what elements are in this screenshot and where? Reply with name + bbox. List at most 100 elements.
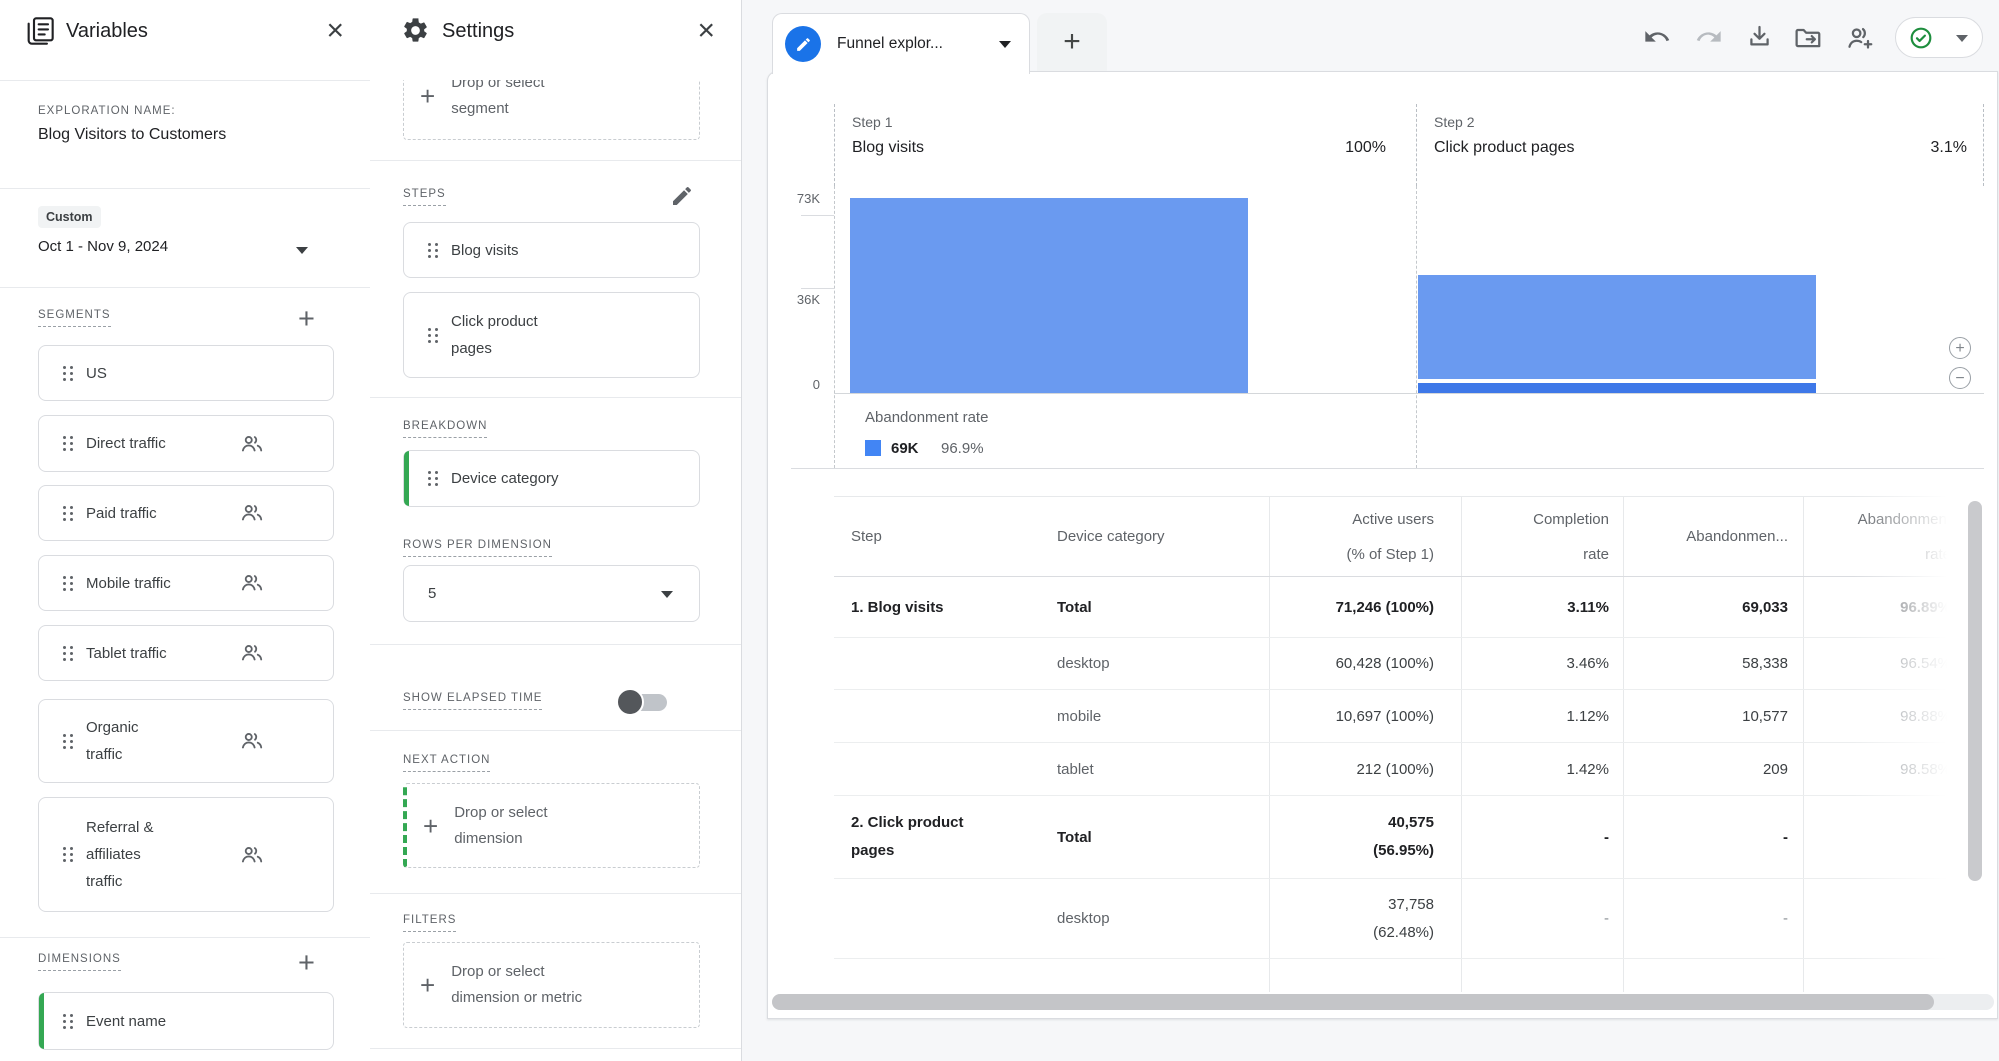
show-elapsed-time-label: SHOW ELAPSED TIME [403, 692, 543, 710]
segment-chip-mobile[interactable]: Mobile traffic [38, 555, 334, 611]
date-range-value[interactable]: Oct 1 - Nov 9, 2024 [38, 238, 168, 255]
drag-handle-icon[interactable] [428, 242, 431, 246]
table-row[interactable]: mobile 10,697 (100%) 1.12% 10,577 98.88% [834, 690, 1968, 743]
drag-handle-icon[interactable] [63, 1013, 66, 1017]
segment-label: Mobile traffic [86, 574, 171, 592]
table-row[interactable]: 2. Click product pages Total 40,575 (56.… [834, 796, 1968, 879]
step-chip-click-product[interactable]: Click product pages [403, 292, 700, 378]
cell-device: desktop [1057, 655, 1110, 672]
vertical-scrollbar[interactable] [1968, 501, 1982, 881]
folder-export-icon [1795, 28, 1821, 48]
y-tick: 36K [796, 292, 820, 307]
settings-header: Settings × [370, 0, 741, 80]
drag-handle-icon[interactable] [428, 327, 431, 331]
segment-chip-referral[interactable]: Referral & affiliates traffic [38, 797, 334, 912]
drag-handle-icon[interactable] [63, 505, 66, 509]
step-name: Blog visits [852, 139, 925, 156]
share-button[interactable] [1845, 23, 1873, 51]
horizontal-scrollbar-thumb[interactable] [772, 994, 1934, 1010]
divider [0, 80, 370, 81]
divider [370, 730, 741, 731]
table-row[interactable]: tablet 212 (100%) 1.42% 209 98.58% [834, 743, 1968, 796]
plus-icon: + [420, 80, 436, 111]
active-indicator [404, 451, 409, 506]
tab-funnel-exploration[interactable]: Funnel explor... [772, 13, 1030, 74]
cell-step: 1. Blog visits [851, 598, 944, 616]
segment-label: Direct traffic [86, 435, 166, 452]
drag-handle-icon[interactable] [63, 436, 66, 439]
add-tab-button[interactable]: + [1037, 13, 1107, 71]
drag-handle-icon[interactable] [428, 471, 431, 474]
plus-icon: + [423, 810, 439, 841]
step-number: Step 1 [852, 114, 893, 130]
segment-chip-direct[interactable]: Direct traffic [38, 415, 334, 472]
add-dimension-button[interactable]: + [298, 949, 315, 978]
segment-chip-paid[interactable]: Paid traffic [38, 485, 334, 541]
segment-chip-tablet[interactable]: Tablet traffic [38, 625, 334, 681]
next-action-drop-zone[interactable]: + Drop or select dimension [403, 783, 700, 868]
exploration-name[interactable]: Blog Visitors to Customers [38, 126, 226, 144]
header-abandonments[interactable]: Abandonmen... [1623, 497, 1788, 576]
segment-chip-organic[interactable]: Organic traffic [38, 699, 334, 783]
drag-handle-icon[interactable] [63, 365, 66, 369]
cell-device: tablet [1057, 760, 1094, 778]
drag-handle-icon[interactable] [63, 645, 66, 649]
legend-percent: 96.9% [941, 440, 984, 457]
export-button[interactable] [1793, 23, 1821, 51]
check-circle-icon [1910, 27, 1932, 49]
cell-active: 212 (100%) [1356, 760, 1434, 778]
date-range-caret-icon[interactable] [296, 247, 308, 254]
chart-baseline [834, 393, 1984, 394]
cell-abandonments: 58,338 [1742, 655, 1788, 672]
dimensions-label: DIMENSIONS [38, 953, 121, 971]
tab-pencil-icon [785, 26, 821, 62]
step-label: Blog visits [451, 241, 519, 259]
table-row[interactable]: 1. Blog visits Total 71,246 (100%) 3.11%… [834, 577, 1968, 638]
step-chip-blog-visits[interactable]: Blog visits [403, 222, 700, 278]
header-active-users[interactable]: Active users (% of Step 1) [1334, 497, 1434, 576]
header-device-category[interactable]: Device category [1057, 497, 1257, 576]
header-completion-rate[interactable]: Completion rate [1519, 497, 1609, 576]
date-range-badge: Custom [38, 206, 101, 228]
cell-completion: 1.12% [1566, 707, 1609, 725]
chevron-down-icon [661, 591, 673, 598]
segment-label: Tablet traffic [86, 644, 167, 662]
people-icon [239, 431, 265, 457]
download-button[interactable] [1746, 23, 1774, 51]
rows-per-dimension-select[interactable]: 5 [403, 565, 700, 622]
breakdown-chip-device-category[interactable]: Device category [403, 450, 700, 507]
close-settings-icon[interactable]: × [697, 16, 715, 46]
dimension-chip-event-name[interactable]: Event name [38, 992, 334, 1050]
drag-handle-icon[interactable] [63, 733, 66, 737]
settings-panel: + Drop or select segment Settings × STEP… [370, 0, 742, 1061]
settings-panel-title: Settings [442, 20, 515, 42]
header-step[interactable]: Step [851, 497, 1001, 576]
step-divider [1416, 186, 1417, 468]
horizontal-scrollbar-track[interactable] [772, 994, 1994, 1010]
axis-tick [801, 215, 834, 216]
drag-handle-icon[interactable] [63, 575, 66, 579]
funnel-bar-step-2[interactable] [1418, 275, 1816, 379]
funnel-card: Step 1 Blog visits 100% Step 2 Click pro… [767, 71, 1998, 1019]
drag-handle-icon[interactable] [63, 847, 66, 850]
tab-caret-icon[interactable] [999, 41, 1011, 48]
y-tick: 0 [812, 377, 820, 392]
edit-steps-button[interactable] [670, 184, 694, 208]
legend-title: Abandonment rate [865, 409, 989, 426]
filters-drop-zone[interactable]: + Drop or select dimension or metric [403, 942, 700, 1028]
cell-active: 71,246 (100%) [1335, 598, 1434, 616]
funnel-bar-step-2-completed[interactable] [1418, 383, 1816, 393]
zoom-in-button[interactable]: + [1949, 337, 1971, 359]
table-row[interactable]: desktop 37,758 (62.48%) - - - [834, 879, 1968, 959]
table-row[interactable]: desktop 60,428 (100%) 3.46% 58,338 96.54… [834, 638, 1968, 690]
zoom-out-button[interactable]: − [1949, 367, 1971, 389]
funnel-bar-step-1[interactable] [850, 198, 1248, 393]
elapsed-time-toggle[interactable] [616, 688, 667, 716]
status-menu-button[interactable] [1895, 17, 1983, 58]
undo-button[interactable] [1643, 23, 1671, 51]
segment-chip-us[interactable]: US [38, 345, 334, 401]
add-segment-button[interactable]: + [298, 305, 315, 334]
table-row-partial [834, 959, 1968, 992]
filters-placeholder: Drop or select dimension or metric [451, 963, 583, 1006]
close-variables-icon[interactable]: × [326, 16, 344, 46]
